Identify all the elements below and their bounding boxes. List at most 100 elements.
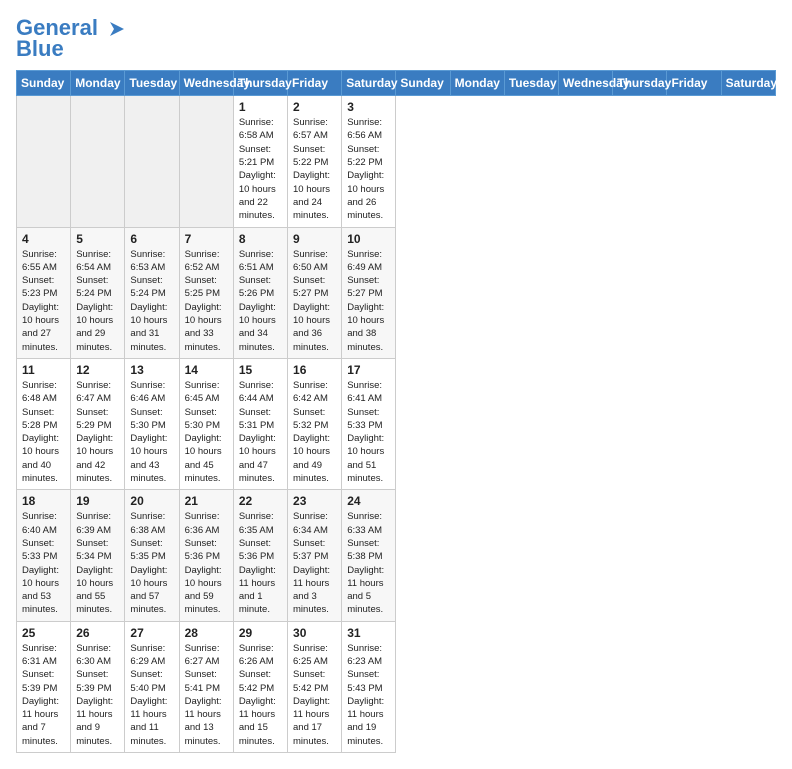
weekday-header-sunday: Sunday [17, 71, 71, 96]
calendar-cell: 31 Sunrise: 6:23 AM Sunset: 5:43 PM Dayli… [342, 621, 396, 752]
week-row-5: 25Sunrise: 6:31 AM Sunset: 5:39 PM Dayli… [17, 621, 776, 752]
logo: General Blue [16, 16, 126, 62]
day-info: Sunrise: 6:33 AM Sunset: 5:38 PM Dayligh… [347, 510, 390, 616]
day-number: 20 [130, 494, 173, 508]
calendar-cell: 17 Sunrise: 6:41 AM Sunset: 5:33 PM Dayli… [342, 358, 396, 489]
day-info: Sunrise: 6:44 AM Sunset: 5:31 PM Dayligh… [239, 379, 282, 485]
week-row-3: 11Sunrise: 6:48 AM Sunset: 5:28 PM Dayli… [17, 358, 776, 489]
day-info: Sunrise: 6:50 AM Sunset: 5:27 PM Dayligh… [293, 248, 336, 354]
weekday-friday: Friday [667, 71, 721, 96]
day-number: 29 [239, 626, 282, 640]
calendar-cell: 30 Sunrise: 6:25 AM Sunset: 5:42 PM Dayli… [288, 621, 342, 752]
logo-blue: Blue [16, 36, 64, 62]
day-info: Sunrise: 6:25 AM Sunset: 5:42 PM Dayligh… [293, 642, 336, 748]
calendar-cell [71, 96, 125, 227]
day-number: 17 [347, 363, 390, 377]
calendar-cell: 11Sunrise: 6:48 AM Sunset: 5:28 PM Dayli… [17, 358, 71, 489]
day-number: 7 [185, 232, 228, 246]
day-number: 31 [347, 626, 390, 640]
calendar-table: SundayMondayTuesdayWednesdayThursdayFrid… [16, 70, 776, 753]
weekday-header-monday: Monday [71, 71, 125, 96]
day-info: Sunrise: 6:55 AM Sunset: 5:23 PM Dayligh… [22, 248, 65, 354]
day-info: Sunrise: 6:46 AM Sunset: 5:30 PM Dayligh… [130, 379, 173, 485]
day-number: 9 [293, 232, 336, 246]
day-info: Sunrise: 6:26 AM Sunset: 5:42 PM Dayligh… [239, 642, 282, 748]
weekday-header-row: SundayMondayTuesdayWednesdayThursdayFrid… [17, 71, 776, 96]
day-number: 22 [239, 494, 282, 508]
calendar-cell: 25Sunrise: 6:31 AM Sunset: 5:39 PM Dayli… [17, 621, 71, 752]
day-info: Sunrise: 6:40 AM Sunset: 5:33 PM Dayligh… [22, 510, 65, 616]
day-number: 15 [239, 363, 282, 377]
calendar-cell: 4 Sunrise: 6:55 AM Sunset: 5:23 PM Daylig… [17, 227, 71, 358]
day-info: Sunrise: 6:29 AM Sunset: 5:40 PM Dayligh… [130, 642, 173, 748]
calendar-cell: 7Sunrise: 6:52 AM Sunset: 5:25 PM Daylig… [179, 227, 233, 358]
day-info: Sunrise: 6:54 AM Sunset: 5:24 PM Dayligh… [76, 248, 119, 354]
calendar-cell: 12Sunrise: 6:47 AM Sunset: 5:29 PM Dayli… [71, 358, 125, 489]
weekday-thursday: Thursday [613, 71, 667, 96]
calendar-cell: 26 Sunrise: 6:30 AM Sunset: 5:39 PM Dayli… [71, 621, 125, 752]
day-number: 16 [293, 363, 336, 377]
day-number: 14 [185, 363, 228, 377]
day-number: 13 [130, 363, 173, 377]
day-number: 8 [239, 232, 282, 246]
day-number: 6 [130, 232, 173, 246]
weekday-header-wednesday: Wednesday [179, 71, 233, 96]
logo-arrow-icon [106, 20, 126, 38]
day-info: Sunrise: 6:41 AM Sunset: 5:33 PM Dayligh… [347, 379, 390, 485]
header: General Blue [16, 16, 776, 62]
day-info: Sunrise: 6:45 AM Sunset: 5:30 PM Dayligh… [185, 379, 228, 485]
day-number: 4 [22, 232, 65, 246]
day-number: 23 [293, 494, 336, 508]
day-number: 3 [347, 100, 390, 114]
weekday-header-friday: Friday [288, 71, 342, 96]
calendar-cell: 29 Sunrise: 6:26 AM Sunset: 5:42 PM Dayli… [233, 621, 287, 752]
day-info: Sunrise: 6:34 AM Sunset: 5:37 PM Dayligh… [293, 510, 336, 616]
calendar-cell: 16 Sunrise: 6:42 AM Sunset: 5:32 PM Dayli… [288, 358, 342, 489]
weekday-header-saturday: Saturday [342, 71, 396, 96]
day-info: Sunrise: 6:57 AM Sunset: 5:22 PM Dayligh… [293, 116, 336, 222]
day-number: 18 [22, 494, 65, 508]
calendar-cell: 1Sunrise: 6:58 AM Sunset: 5:21 PM Daylig… [233, 96, 287, 227]
day-number: 19 [76, 494, 119, 508]
calendar-cell: 5Sunrise: 6:54 AM Sunset: 5:24 PM Daylig… [71, 227, 125, 358]
calendar-cell: 15 Sunrise: 6:44 AM Sunset: 5:31 PM Dayli… [233, 358, 287, 489]
calendar-cell: 21 Sunrise: 6:36 AM Sunset: 5:36 PM Dayli… [179, 490, 233, 621]
day-info: Sunrise: 6:56 AM Sunset: 5:22 PM Dayligh… [347, 116, 390, 222]
day-number: 26 [76, 626, 119, 640]
calendar-cell: 23 Sunrise: 6:34 AM Sunset: 5:37 PM Dayli… [288, 490, 342, 621]
calendar-cell [179, 96, 233, 227]
calendar-cell: 27 Sunrise: 6:29 AM Sunset: 5:40 PM Dayli… [125, 621, 179, 752]
day-number: 12 [76, 363, 119, 377]
calendar-cell: 2 Sunrise: 6:57 AM Sunset: 5:22 PM Daylig… [288, 96, 342, 227]
calendar-cell: 19 Sunrise: 6:39 AM Sunset: 5:34 PM Dayli… [71, 490, 125, 621]
calendar-cell [17, 96, 71, 227]
day-number: 25 [22, 626, 65, 640]
week-row-2: 4 Sunrise: 6:55 AM Sunset: 5:23 PM Daylig… [17, 227, 776, 358]
day-info: Sunrise: 6:42 AM Sunset: 5:32 PM Dayligh… [293, 379, 336, 485]
day-info: Sunrise: 6:48 AM Sunset: 5:28 PM Dayligh… [22, 379, 65, 485]
calendar-cell: 9 Sunrise: 6:50 AM Sunset: 5:27 PM Daylig… [288, 227, 342, 358]
week-row-1: 1Sunrise: 6:58 AM Sunset: 5:21 PM Daylig… [17, 96, 776, 227]
day-info: Sunrise: 6:51 AM Sunset: 5:26 PM Dayligh… [239, 248, 282, 354]
calendar-cell: 14 Sunrise: 6:45 AM Sunset: 5:30 PM Dayli… [179, 358, 233, 489]
calendar-cell [125, 96, 179, 227]
weekday-tuesday: Tuesday [504, 71, 558, 96]
day-number: 2 [293, 100, 336, 114]
day-number: 21 [185, 494, 228, 508]
calendar-cell: 6Sunrise: 6:53 AM Sunset: 5:24 PM Daylig… [125, 227, 179, 358]
day-number: 10 [347, 232, 390, 246]
day-info: Sunrise: 6:30 AM Sunset: 5:39 PM Dayligh… [76, 642, 119, 748]
weekday-sunday: Sunday [396, 71, 450, 96]
day-info: Sunrise: 6:23 AM Sunset: 5:43 PM Dayligh… [347, 642, 390, 748]
weekday-header-tuesday: Tuesday [125, 71, 179, 96]
day-info: Sunrise: 6:39 AM Sunset: 5:34 PM Dayligh… [76, 510, 119, 616]
day-info: Sunrise: 6:35 AM Sunset: 5:36 PM Dayligh… [239, 510, 282, 616]
day-number: 27 [130, 626, 173, 640]
day-number: 30 [293, 626, 336, 640]
week-row-4: 18 Sunrise: 6:40 AM Sunset: 5:33 PM Dayli… [17, 490, 776, 621]
day-number: 24 [347, 494, 390, 508]
weekday-wednesday: Wednesday [559, 71, 613, 96]
day-info: Sunrise: 6:36 AM Sunset: 5:36 PM Dayligh… [185, 510, 228, 616]
calendar-cell: 18 Sunrise: 6:40 AM Sunset: 5:33 PM Dayli… [17, 490, 71, 621]
calendar-cell: 13 Sunrise: 6:46 AM Sunset: 5:30 PM Dayli… [125, 358, 179, 489]
